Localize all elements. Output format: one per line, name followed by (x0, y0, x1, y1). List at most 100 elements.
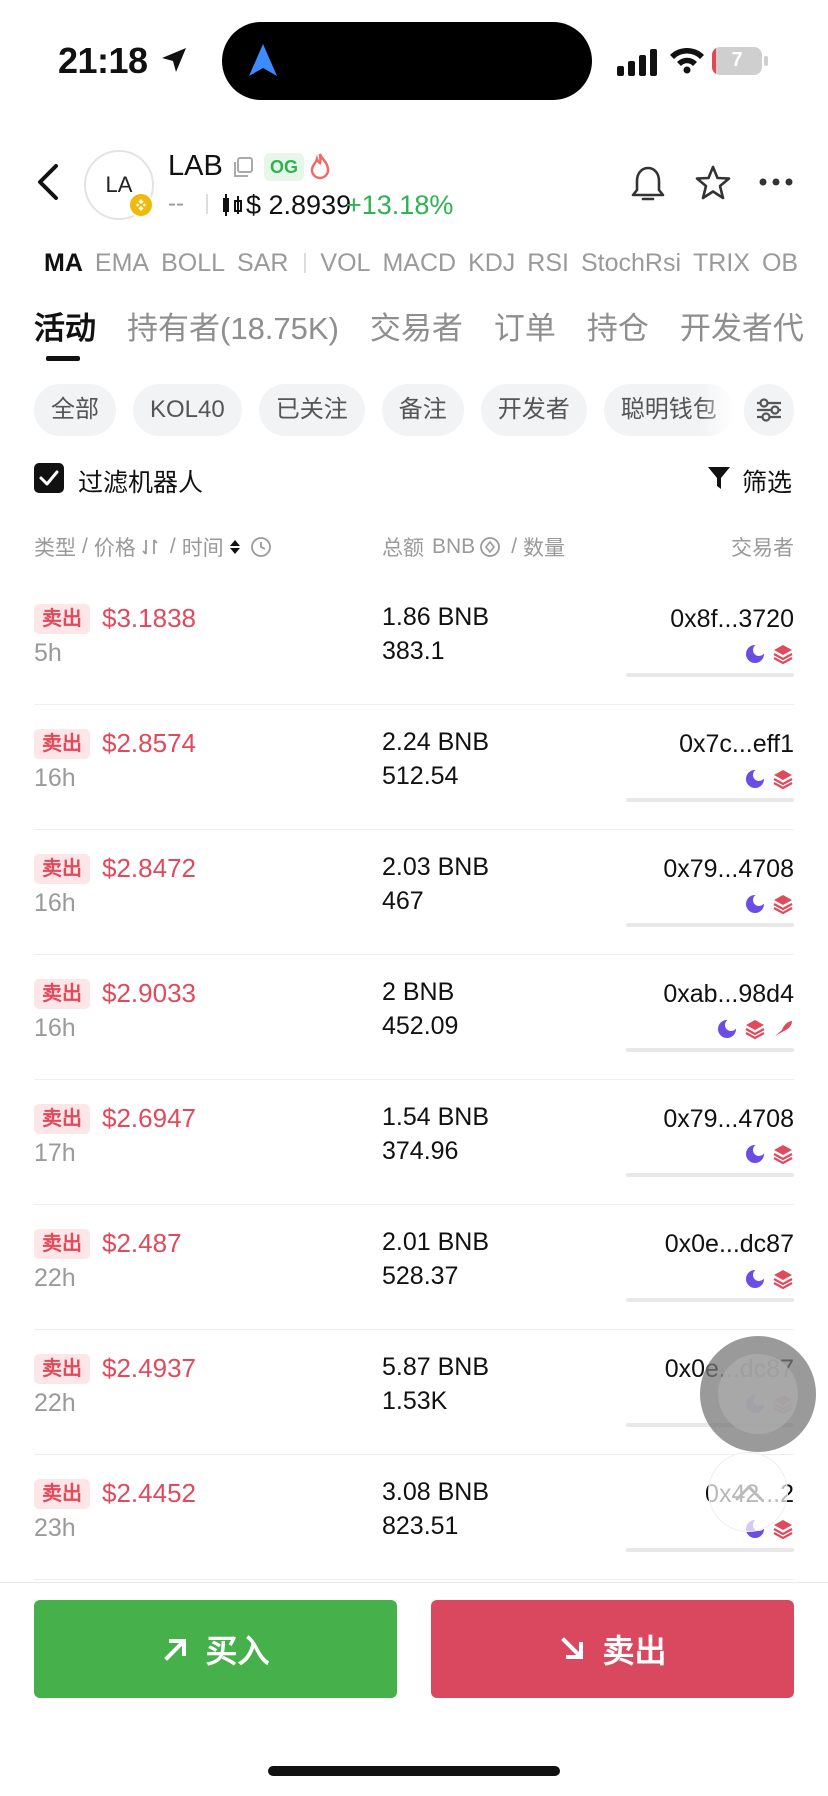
indicator-vol[interactable]: VOL (320, 249, 370, 278)
trade-row[interactable]: 卖出 $2.6947 17h 1.54 BNB 374.96 0x79...4708 (34, 1080, 794, 1205)
indicator-obv[interactable]: OB (762, 249, 798, 278)
layers-icon (773, 1145, 793, 1165)
price-change: +13.18% (346, 190, 454, 220)
trade-row[interactable]: 卖出 $2.9033 16h 2 BNB 452.09 0xab...98d4 (34, 955, 794, 1080)
tab-holders[interactable]: 持有者(18.75K) (127, 303, 339, 353)
trader-tags (738, 643, 794, 667)
chip-notes[interactable]: 备注 (381, 384, 464, 436)
bell-icon[interactable] (630, 164, 666, 204)
trade-time: 22h (34, 1264, 76, 1292)
col-currency-label[interactable]: BNB (432, 535, 475, 559)
chip-settings-button[interactable] (744, 384, 794, 436)
sell-button[interactable]: 卖出 (431, 1600, 794, 1698)
trade-quantity: 374.96 (382, 1137, 459, 1165)
trader-address[interactable]: 0x79...4708 (663, 855, 794, 884)
back-button[interactable] (30, 160, 66, 204)
trader-tags (738, 768, 794, 792)
indicator-boll[interactable]: BOLL (161, 249, 225, 278)
trade-time: 16h (34, 1014, 76, 1042)
filter-bots-checkbox[interactable] (34, 463, 64, 493)
trade-time: 5h (34, 639, 62, 667)
candlestick-icon[interactable] (220, 192, 244, 218)
moon-icon (746, 894, 765, 913)
col-sep: / (511, 535, 518, 558)
indicator-stochrsi[interactable]: StochRsi (581, 249, 681, 278)
chip-kol40[interactable]: KOL40 (133, 384, 242, 436)
token-price: $ 2.8939 (246, 190, 352, 220)
trade-row[interactable]: 卖出 $2.8574 16h 2.24 BNB 512.54 0x7c...eff1 (34, 705, 794, 830)
cellular-signal-icon (617, 49, 657, 76)
filter-bots-label[interactable]: 过滤机器人 (78, 463, 203, 499)
more-icon[interactable] (758, 176, 794, 188)
indicator-ma[interactable]: MA (44, 249, 83, 278)
col-time-label[interactable]: 时间 (182, 532, 224, 562)
trader-address[interactable]: 0x0e...dc87 (665, 1230, 794, 1259)
col-price-label[interactable]: 价格 (94, 532, 136, 562)
tab-traders[interactable]: 交易者 (370, 303, 463, 353)
chip-developer[interactable]: 开发者 (480, 384, 587, 436)
indicator-bar: MA EMA BOLL SAR VOL MACD KDJ RSI StochRs… (44, 246, 810, 280)
wifi-icon (670, 47, 704, 74)
trade-type-badge: 卖出 (34, 729, 90, 759)
copy-icon[interactable] (232, 156, 254, 178)
trade-quantity: 512.54 (382, 762, 459, 790)
layers-icon (773, 645, 793, 665)
trade-price: $3.1838 (102, 603, 196, 633)
sell-label: 卖出 (602, 1633, 667, 1669)
trade-row[interactable]: 卖出 $3.1838 5h 1.86 BNB 383.1 0x8f...3720 (34, 580, 794, 705)
trade-row[interactable]: 卖出 $2.8472 16h 2.03 BNB 467 0x79...4708 (34, 830, 794, 955)
trader-holding-bar (626, 1173, 794, 1177)
indicator-kdj[interactable]: KDJ (468, 249, 515, 278)
trader-tags (738, 893, 794, 917)
trade-total: 1.54 BNB (382, 1103, 490, 1131)
chip-following[interactable]: 已关注 (258, 384, 365, 436)
clock-icon[interactable] (250, 536, 272, 558)
column-type-price-time: 类型 / 价格 / 时间 (34, 532, 276, 562)
trader-holding-bar (626, 798, 794, 802)
trader-address[interactable]: 0x8f...3720 (670, 605, 794, 634)
currency-toggle-icon[interactable] (479, 536, 501, 558)
bottom-divider (0, 1582, 828, 1583)
trader-address[interactable]: 0xab...98d4 (663, 980, 794, 1009)
trade-type-badge: 卖出 (34, 854, 90, 884)
sort-icon[interactable] (228, 537, 242, 557)
floating-assistive-button[interactable] (700, 1336, 816, 1452)
indicator-macd[interactable]: MACD (382, 249, 456, 278)
trade-type-badge: 卖出 (34, 1479, 90, 1509)
trade-price: $2.6947 (102, 1103, 196, 1133)
trade-quantity: 452.09 (382, 1012, 459, 1040)
trade-row[interactable]: 卖出 $2.487 22h 2.01 BNB 528.37 0x0e...dc87 (34, 1205, 794, 1330)
tab-orders[interactable]: 订单 (494, 303, 556, 353)
trade-total: 2.24 BNB (382, 728, 490, 756)
indicator-sar[interactable]: SAR (237, 249, 288, 278)
funnel-icon[interactable] (706, 464, 732, 492)
trader-address[interactable]: 0x7c...eff1 (679, 730, 794, 759)
trade-row[interactable]: 卖出$2.445223h3.08 BNB823.510x42...2 (34, 1455, 794, 1580)
indicator-trix[interactable]: TRIX (693, 249, 750, 278)
trader-holding-bar (626, 1548, 794, 1552)
trade-row[interactable]: 卖出$2.493722h5.87 BNB1.53K0x0e...dc87 (34, 1330, 794, 1455)
moon-icon (746, 1144, 765, 1163)
tab-developer[interactable]: 开发者代 (680, 303, 804, 353)
chip-all[interactable]: 全部 (34, 384, 116, 436)
swap-icon[interactable] (140, 537, 160, 557)
star-icon[interactable] (694, 164, 732, 202)
scroll-to-top-button[interactable] (708, 1452, 788, 1532)
trade-quantity: 467 (382, 887, 424, 915)
indicator-rsi[interactable]: RSI (527, 249, 569, 278)
tab-activity[interactable]: 活动 (34, 303, 96, 353)
status-time: 21:18 (58, 40, 148, 81)
sliders-icon (757, 398, 781, 422)
arrow-down-right-icon (561, 1637, 584, 1659)
buy-button[interactable]: 买入 (34, 1600, 397, 1698)
checkmark-icon (39, 470, 59, 486)
bnb-chain-icon (128, 192, 154, 218)
indicator-ema[interactable]: EMA (95, 249, 149, 278)
trader-address[interactable]: 0x79...4708 (663, 1105, 794, 1134)
tab-positions[interactable]: 持仓 (587, 303, 649, 353)
filter-button[interactable]: 筛选 (742, 463, 792, 499)
chevron-up-icon (735, 1485, 763, 1501)
navigation-icon (249, 44, 277, 76)
col-qty-label: 数量 (523, 537, 566, 560)
trade-total: 2.01 BNB (382, 1228, 490, 1256)
